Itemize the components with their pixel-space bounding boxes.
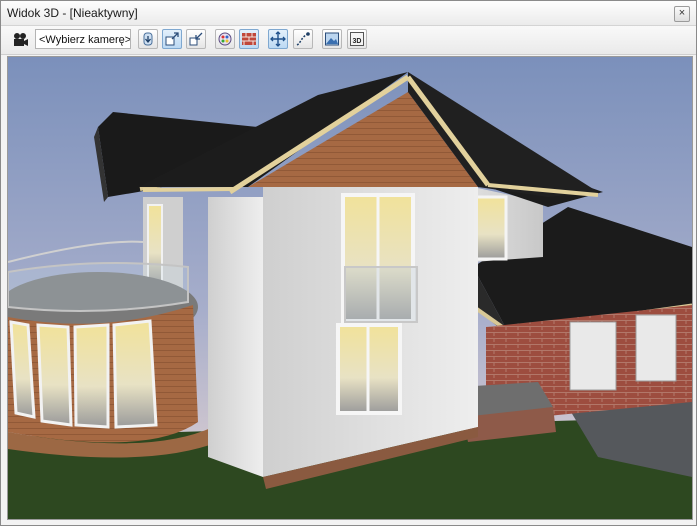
window-title: Widok 3D - [Nieaktywny] (7, 6, 138, 20)
render-image-button[interactable] (322, 29, 342, 49)
image-render-icon (325, 32, 339, 46)
rotate-view-button[interactable] (268, 29, 288, 49)
garage-door-2 (635, 314, 677, 382)
view-mode-button-2[interactable] (186, 29, 206, 49)
view-mode-button-1[interactable] (162, 29, 182, 49)
export-3d-button[interactable]: 3D (347, 29, 367, 49)
move-arrows-icon (270, 31, 286, 47)
title-bar[interactable]: Widok 3D - [Nieaktywny] × (1, 1, 696, 26)
french-balcony (344, 266, 418, 323)
color-palette-button[interactable] (215, 29, 235, 49)
camera-dropdown-button[interactable] (138, 29, 158, 49)
balcony-railing (8, 262, 189, 312)
window-arrow-icon (165, 32, 179, 46)
walk-path-button[interactable] (293, 29, 313, 49)
svg-text:3D: 3D (353, 38, 362, 45)
palette-icon (218, 32, 232, 46)
arrow-down-icon (143, 32, 153, 46)
toolbar: <Wybierz kamerę> 3D (1, 26, 696, 55)
3d-viewport[interactable] (7, 56, 693, 520)
path-icon (296, 32, 310, 46)
garage-door-1 (569, 321, 617, 391)
3d-export-icon: 3D (350, 32, 364, 46)
wall-texture-button[interactable] (239, 29, 259, 49)
camera-icon (14, 33, 28, 46)
camera-select[interactable]: <Wybierz kamerę> (35, 29, 131, 49)
close-button[interactable]: × (674, 6, 690, 22)
main-wall-left (208, 197, 263, 477)
house-3d-render (8, 57, 692, 519)
window: Widok 3D - [Nieaktywny] × <Wybierz kamer… (0, 0, 697, 526)
window-arrow-icon (189, 32, 203, 46)
brick-wall-icon (242, 33, 256, 45)
